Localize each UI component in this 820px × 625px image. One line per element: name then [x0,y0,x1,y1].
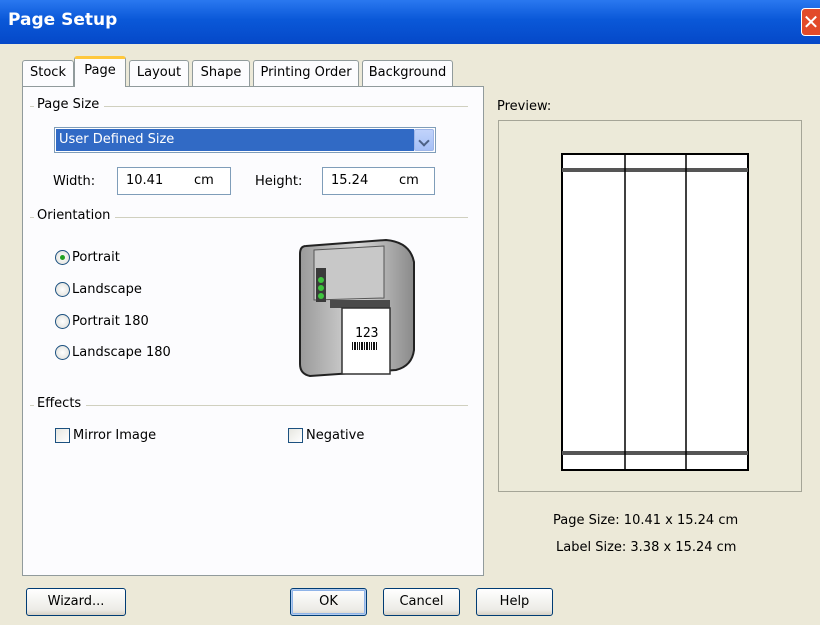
radio-label: Portrait [72,250,120,265]
tab-layout[interactable]: Layout [129,60,189,86]
orientation-group-label: Orientation [34,208,116,223]
radio-label: Landscape [72,282,142,297]
width-field[interactable]: 10.41 cm [117,167,231,195]
radio-label: Landscape 180 [72,345,171,360]
radio-button[interactable] [55,250,70,265]
label-size-info: Label Size: 3.38 x 15.24 cm [556,540,737,555]
page-size-selected-value: User Defined Size [56,129,414,151]
page-size-group-label: Page Size [34,97,105,112]
tab-shape[interactable]: Shape [192,60,250,86]
radio-button[interactable] [55,314,70,329]
tab-page[interactable]: Page [74,56,126,87]
label-printer-icon [299,238,415,378]
checkbox-label: Negative [306,428,365,443]
close-icon: ✕ [802,10,820,34]
width-value: 10.41 [126,173,164,188]
preview-page [561,153,749,471]
page-size-info: Page Size: 10.41 x 15.24 cm [553,513,739,528]
radio-button[interactable] [55,345,70,360]
ok-button[interactable]: OK [290,588,367,616]
height-value: 15.24 [331,173,369,188]
wizard-button[interactable]: Wizard... [26,588,126,616]
help-button[interactable]: Help [476,588,553,616]
radio-label: Portrait 180 [72,314,149,329]
checkbox[interactable] [55,428,70,443]
effects-divider [30,405,468,406]
cancel-button[interactable]: Cancel [383,588,460,616]
width-unit: cm [194,173,214,188]
height-label: Height: [255,174,303,189]
checkbox[interactable] [288,428,303,443]
preview-area [498,120,802,492]
height-field[interactable]: 15.24 cm [322,167,435,195]
window-title: Page Setup [8,10,118,30]
checkbox-label: Mirror Image [73,428,157,443]
printer-label-text: 123 [355,326,379,341]
preview-label: Preview: [497,99,552,114]
effects-group-label: Effects [34,396,87,411]
tab-printing-order[interactable]: Printing Order [253,60,359,86]
width-label: Width: [53,174,96,189]
height-unit: cm [399,173,419,188]
tab-background[interactable]: Background [362,60,453,86]
radio-button[interactable] [55,282,70,297]
title-bar: Page Setup ✕ [0,0,820,44]
close-button[interactable]: ✕ [801,8,820,36]
page-size-select[interactable]: User Defined Size [54,127,436,153]
chevron-down-icon[interactable] [414,129,434,151]
tab-stock[interactable]: Stock [22,60,74,86]
